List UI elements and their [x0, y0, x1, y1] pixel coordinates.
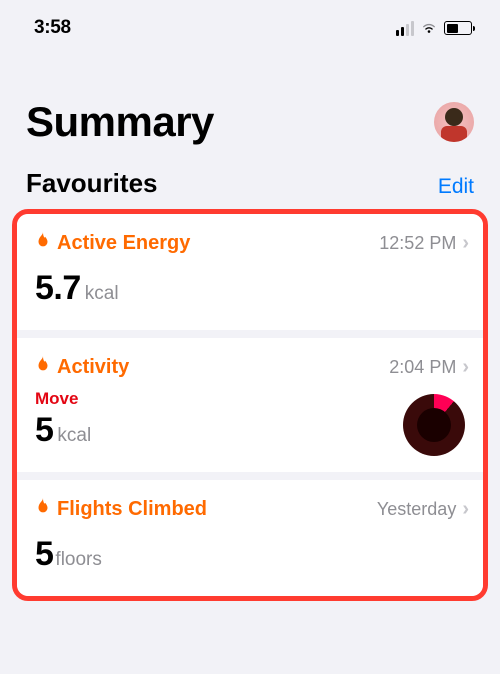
- card-timestamp: 12:52 PM: [379, 233, 456, 254]
- battery-icon: [444, 21, 472, 35]
- card-title: Flights Climbed: [57, 498, 207, 521]
- highlight-frame: Active Energy 12:52 PM › 5.7 kcal Activi…: [12, 209, 488, 601]
- energy-unit: kcal: [85, 283, 119, 305]
- chevron-right-icon: ›: [462, 498, 469, 521]
- card-title: Activity: [57, 356, 129, 379]
- card-activity[interactable]: Activity 2:04 PM › Move 5 kcal: [17, 338, 483, 472]
- flame-icon: [35, 232, 51, 255]
- flights-unit: floors: [55, 549, 101, 571]
- energy-value: 5.7: [35, 269, 81, 308]
- flights-value: 5: [35, 535, 53, 574]
- card-timestamp: Yesterday: [377, 499, 456, 520]
- favourites-label: Favourites: [26, 168, 158, 199]
- page-title: Summary: [26, 98, 214, 146]
- flame-icon: [35, 356, 51, 379]
- edit-button[interactable]: Edit: [438, 175, 474, 199]
- wifi-icon: [420, 21, 438, 35]
- status-bar: 3:58: [0, 0, 500, 42]
- card-timestamp: 2:04 PM: [389, 357, 456, 378]
- chevron-right-icon: ›: [462, 232, 469, 255]
- page-header: Summary: [0, 42, 500, 154]
- avatar[interactable]: [434, 102, 474, 142]
- card-active-energy[interactable]: Active Energy 12:52 PM › 5.7 kcal: [17, 214, 483, 330]
- card-title: Active Energy: [57, 232, 190, 255]
- move-label: Move: [35, 389, 469, 409]
- chevron-right-icon: ›: [462, 356, 469, 379]
- status-indicators: [396, 21, 472, 36]
- activity-ring-icon: [403, 394, 465, 456]
- cellular-icon: [396, 21, 414, 36]
- status-time: 3:58: [34, 17, 71, 39]
- activity-value: 5: [35, 411, 53, 450]
- activity-unit: kcal: [57, 425, 91, 447]
- flame-icon: [35, 498, 51, 521]
- card-flights-climbed[interactable]: Flights Climbed Yesterday › 5 floors: [17, 480, 483, 596]
- favourites-header: Favourites Edit: [0, 154, 500, 207]
